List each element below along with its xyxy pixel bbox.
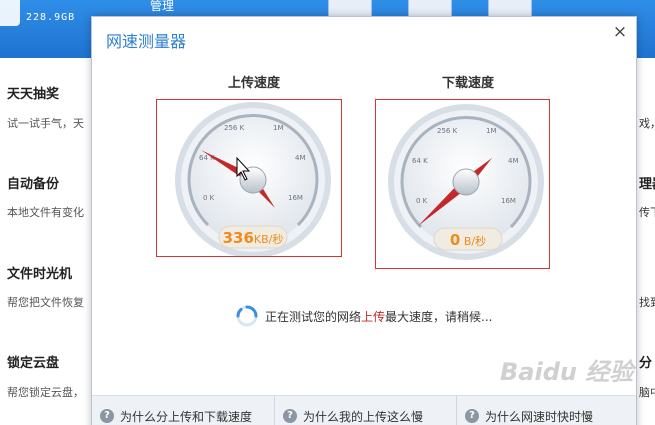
download-speed-value: 0	[449, 231, 461, 249]
watermark: Baidu 经验	[500, 358, 634, 386]
dialog-title: 网速测量器	[106, 32, 187, 51]
download-readout-text: 0 B/秒	[434, 230, 502, 249]
status-suffix: 最大速度，请稍候...	[385, 309, 493, 324]
question-icon: ?	[100, 409, 114, 423]
header-word: 管理	[150, 0, 175, 13]
download-gauge-frame: 0 K 64 K 256 K 1M 4M 16M 0 B/秒	[375, 99, 550, 269]
gauge-tick-label: 0 K	[203, 194, 215, 202]
faq-link-unstable-speed[interactable]: ? 为什么网速时快时慢	[456, 396, 636, 425]
download-needle-hub	[452, 168, 480, 196]
feature-desc-timemachine: 帮您把文件恢复	[7, 296, 84, 309]
feature-desc-lottery: 试一试手气，天	[7, 117, 84, 130]
download-speed-label: 下载速度	[441, 76, 494, 91]
right-fragment: 戏，	[639, 117, 655, 130]
gauge-tick-label: 4M	[508, 157, 519, 165]
question-icon: ?	[283, 409, 297, 423]
feature-title-lock[interactable]: 锁定云盘	[7, 352, 59, 371]
gauge-tick-label: 4M	[295, 154, 306, 162]
gauge-tick-label: 64 K	[199, 154, 215, 162]
upload-speed-label: 上传速度	[227, 76, 280, 91]
gauge-tick-label: 1M	[486, 127, 497, 135]
right-fragment: 理器	[639, 177, 655, 192]
test-status: 正在测试您的网络上传最大速度，请稍候...	[235, 304, 492, 328]
storage-text: 228.9GB	[26, 12, 76, 23]
feature-desc-backup: 本地文件有变化	[7, 206, 84, 219]
gauge-tick-label: 0 K	[416, 197, 428, 205]
feature-title-timemachine[interactable]: 文件时光机	[7, 263, 72, 282]
gauge-tick-label: 1M	[273, 124, 284, 132]
upload-speed-unit: KB/秒	[253, 233, 284, 246]
right-fragment: 传下	[639, 206, 655, 219]
feature-title-lottery[interactable]: 天天抽奖	[7, 83, 59, 102]
feature-desc-lock: 帮您锁定云盘，	[7, 386, 84, 399]
feature-title-backup[interactable]: 自动备份	[7, 173, 59, 192]
app-logo	[0, 0, 20, 26]
gauge-tick-label: 16M	[288, 194, 303, 202]
faq-link-label: 为什么分上传和下载速度	[120, 409, 253, 424]
right-fragment: 找到	[639, 296, 655, 309]
right-fragment: 分	[639, 356, 653, 371]
status-highlight: 上传	[361, 309, 386, 324]
status-prefix: 正在测试您的网络	[265, 309, 362, 324]
gauge-tick-label: 256 K	[224, 124, 245, 132]
upload-speed-value: 336	[222, 229, 254, 247]
right-fragment: 脑中	[639, 386, 655, 399]
close-button[interactable]: ×	[611, 22, 629, 42]
feature-list: 天天抽奖 试一试手气，天 自动备份 本地文件有变化 文件时光机 帮您把文件恢复 …	[0, 58, 95, 425]
faq-link-label: 为什么我的上传这么慢	[303, 409, 424, 424]
gauge-tick-label: 256 K	[437, 127, 458, 135]
gauge-tick-label: 16M	[501, 197, 516, 205]
question-icon: ?	[465, 409, 479, 423]
faq-link-upload-download[interactable]: ? 为什么分上传和下载速度	[92, 396, 274, 425]
gauge-tick-label: 64 K	[412, 157, 428, 165]
status-message: 正在测试您的网络上传最大速度，请稍候...	[265, 308, 492, 325]
faq-bar: ? 为什么分上传和下载速度 ? 为什么我的上传这么慢 ? 为什么网速时快时慢	[92, 395, 636, 425]
loading-spinner-icon	[236, 305, 258, 327]
download-speed-unit: B/秒	[463, 235, 487, 248]
faq-link-slow-upload[interactable]: ? 为什么我的上传这么慢	[274, 396, 456, 425]
upload-gauge-frame: 0 K 64 K 256 K 1M 4M 16M 336KB/秒	[156, 99, 342, 257]
upload-readout-text: 336KB/秒	[219, 228, 287, 247]
faq-link-label: 为什么网速时快时慢	[485, 409, 594, 424]
